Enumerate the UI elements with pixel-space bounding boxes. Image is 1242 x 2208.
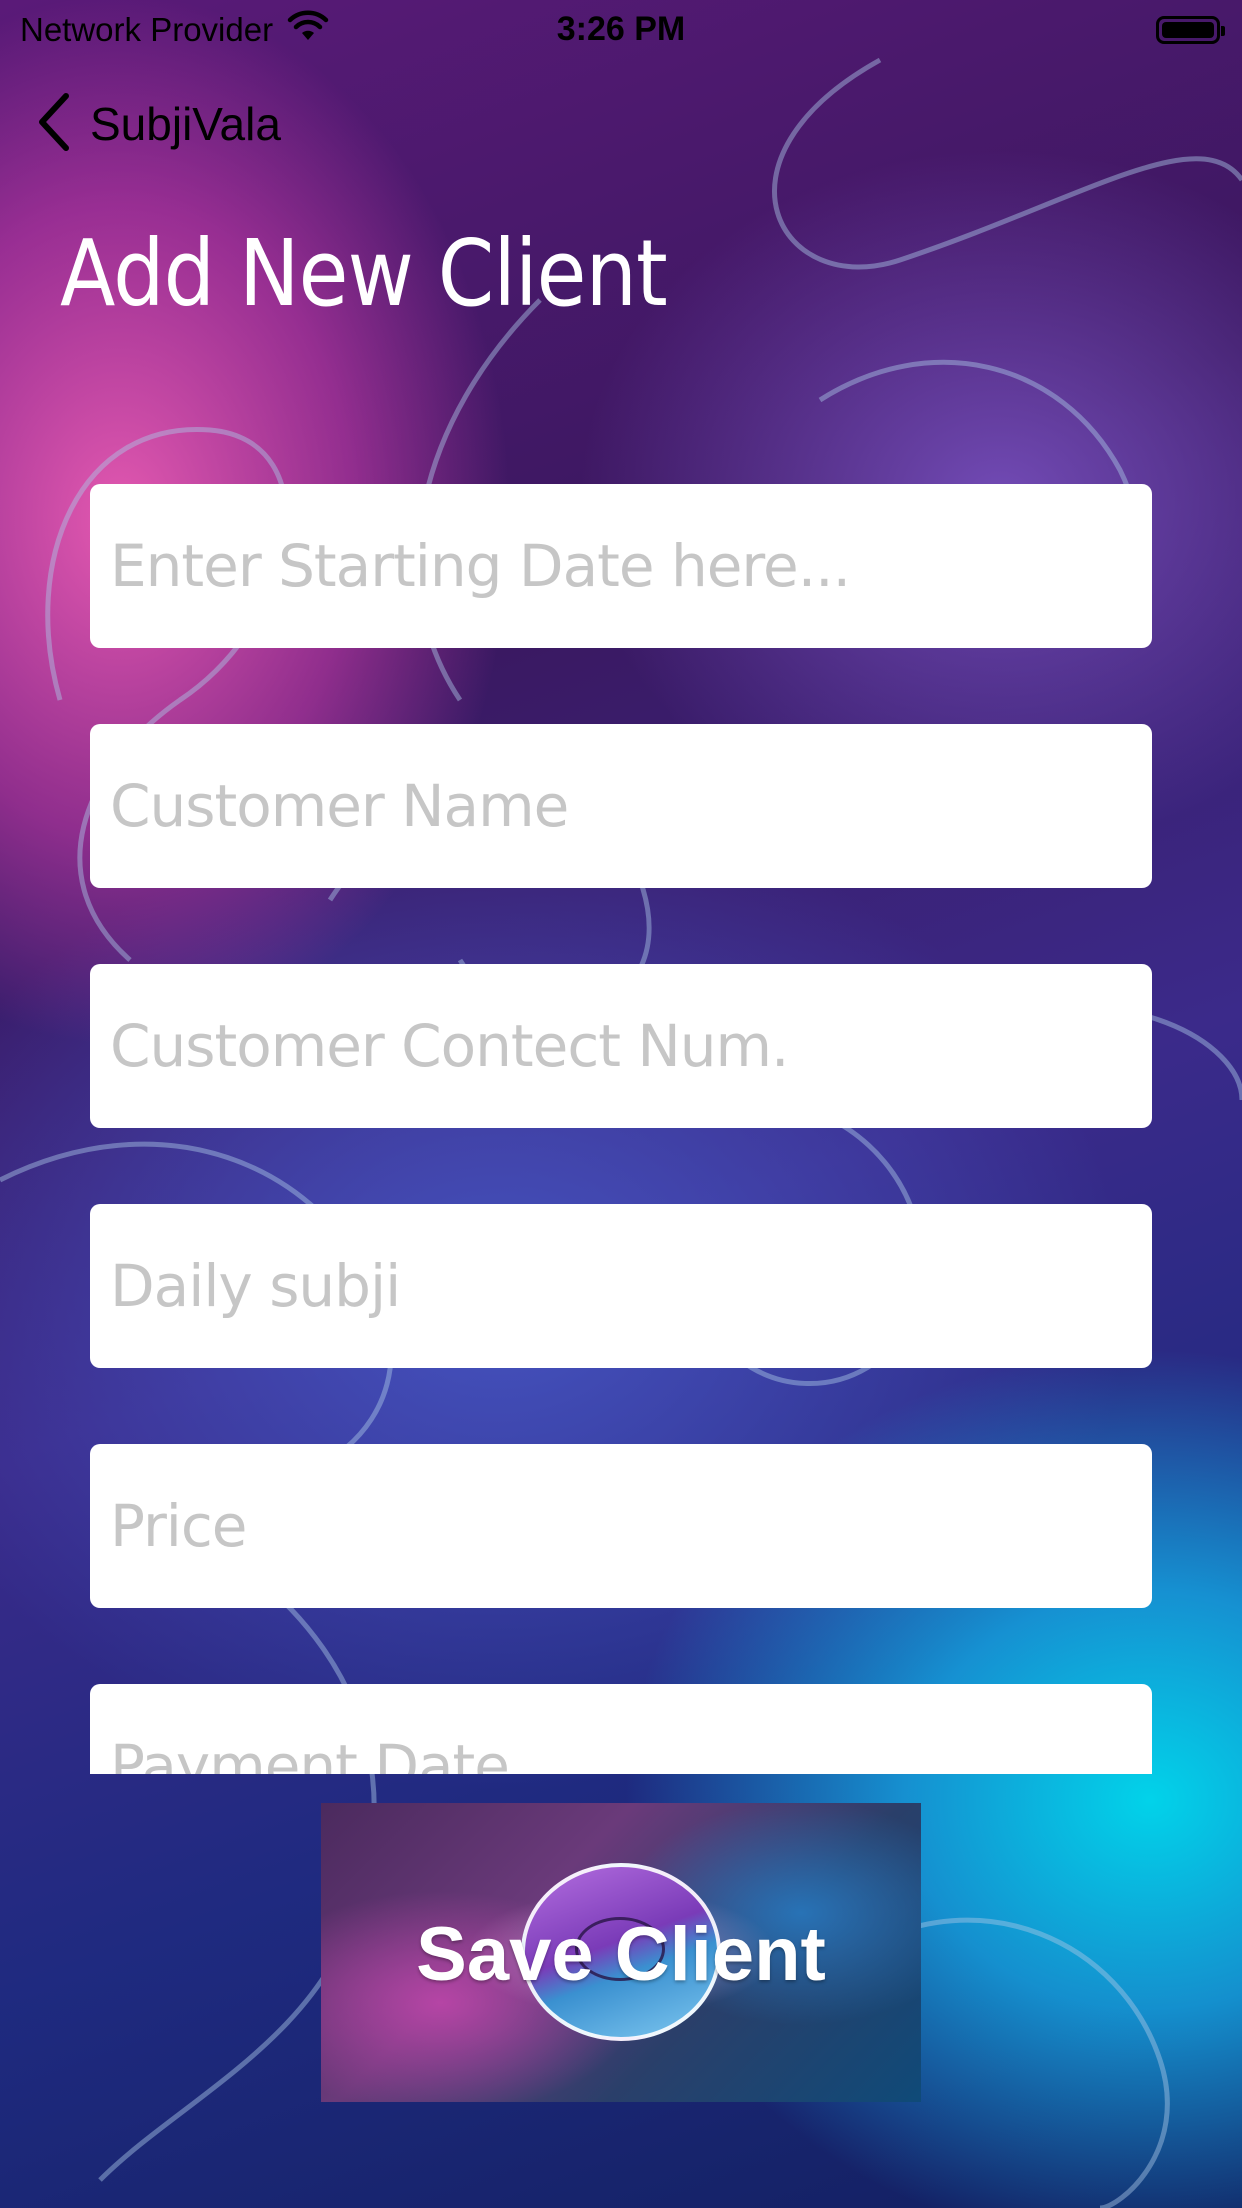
customer-contact-input[interactable] bbox=[90, 964, 1152, 1128]
page-title: Add New Client bbox=[60, 220, 668, 327]
status-bar: Network Provider 3:26 PM bbox=[0, 0, 1242, 60]
save-client-button[interactable]: Save Client bbox=[321, 1803, 921, 2102]
payment-date-input[interactable] bbox=[90, 1684, 1152, 1774]
battery-icon bbox=[1156, 16, 1225, 44]
back-button[interactable]: SubjiVala bbox=[36, 92, 281, 156]
chevron-left-icon bbox=[36, 92, 72, 156]
customer-name-input[interactable] bbox=[90, 724, 1152, 888]
daily-subji-input[interactable] bbox=[90, 1204, 1152, 1368]
client-form[interactable] bbox=[90, 484, 1152, 1774]
back-button-label: SubjiVala bbox=[90, 98, 281, 150]
save-client-label: Save Client bbox=[416, 1912, 826, 1997]
status-time: 3:26 PM bbox=[556, 10, 686, 48]
price-input[interactable] bbox=[90, 1444, 1152, 1608]
starting-date-input[interactable] bbox=[90, 484, 1152, 648]
battery-level bbox=[1162, 22, 1214, 38]
